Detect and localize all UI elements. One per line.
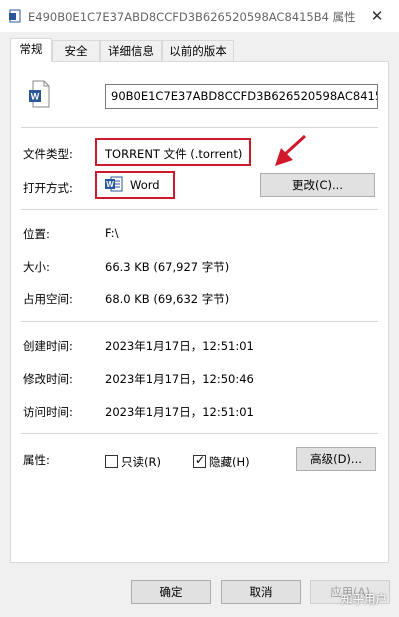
size-value: 66.3 KB (67,927 字节) [105,260,230,274]
advanced-button[interactable]: 高级(D)... [296,447,376,471]
separator [21,209,378,210]
created-value: 2023年1月17日，12:51:01 [105,339,254,353]
size-label: 大小: [23,260,50,274]
accessed-label: 访问时间: [23,405,73,419]
svg-text:W: W [31,92,40,102]
close-icon: ✕ [370,7,384,25]
document-icon [9,9,21,23]
modified-label: 修改时间: [23,372,73,386]
dialog-button-bar: 确定 取消 应用(A) [0,563,399,617]
tab-details[interactable]: 详细信息 [100,40,162,61]
red-arrow-icon [275,134,307,166]
check-icon: ✓ [195,453,206,467]
separator [21,127,378,128]
cancel-button[interactable]: 取消 [221,580,301,604]
location-value: F:\ [105,226,119,240]
opens-with-label: 打开方式: [23,181,73,195]
svg-text:W: W [106,180,114,189]
file-name-input[interactable]: 90B0E1C7E37ABD8CCFD3B626520598AC8415B4 [105,84,378,109]
watermark: 知乎用户 [341,592,387,606]
tab-security[interactable]: 安全 [52,40,100,61]
location-label: 位置: [23,227,50,241]
tab-previous-versions[interactable]: 以前的版本 [162,40,234,61]
ok-button[interactable]: 确定 [131,580,211,604]
size-on-disk-value: 68.0 KB (69,632 字节) [105,292,230,306]
readonly-checkbox-box[interactable] [105,455,118,468]
word-document-icon: W [29,80,50,108]
close-button[interactable]: ✕ [355,0,399,32]
general-panel: W 90B0E1C7E37ABD8CCFD3B626520598AC8415B4… [10,61,389,563]
file-type-value: TORRENT 文件 (.torrent) [105,147,243,161]
separator [21,433,378,434]
modified-value: 2023年1月17日，12:50:46 [105,372,254,386]
hidden-checkbox-box[interactable]: ✓ [193,453,206,468]
separator [21,321,378,322]
hidden-checkbox-label: 隐藏(H) [209,455,250,469]
word-icon: W [105,176,123,192]
accessed-value: 2023年1月17日，12:51:01 [105,405,254,419]
created-label: 创建时间: [23,339,73,353]
window-title: E490B0E1C7E37ABD8CCFD3B626520598AC8415B4… [28,10,356,24]
opens-with-value: Word [130,178,160,192]
title-bar: E490B0E1C7E37ABD8CCFD3B626520598AC8415B4… [0,0,399,32]
tab-general[interactable]: 常规 [10,38,52,62]
size-on-disk-label: 占用空间: [23,292,73,306]
attributes-label: 属性: [23,453,50,467]
change-button[interactable]: 更改(C)... [260,173,375,197]
readonly-checkbox-label: 只读(R) [121,455,161,469]
file-type-label: 文件类型: [23,147,73,161]
